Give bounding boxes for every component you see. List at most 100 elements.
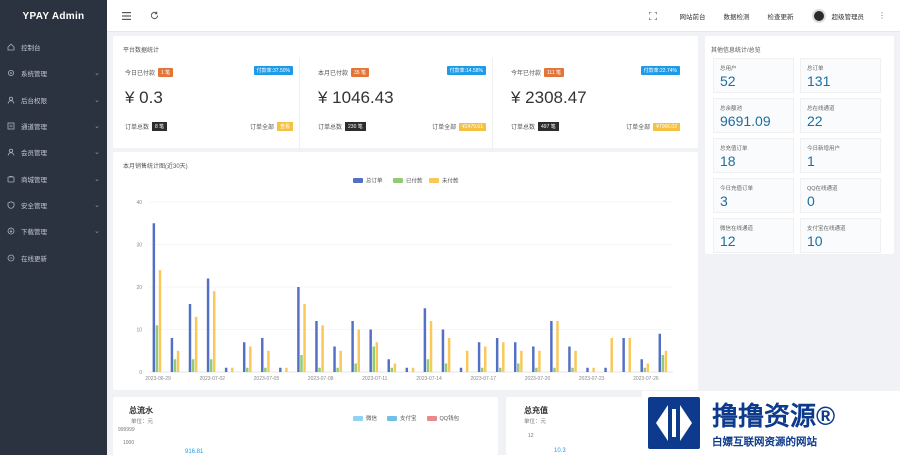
bar-2-3 xyxy=(212,291,216,372)
bar-0-14 xyxy=(405,367,409,372)
y-tick-label: 40 xyxy=(136,200,142,206)
x-tick-label: 2023-07-05 xyxy=(254,376,280,382)
info-label: 支付宝在线通道 xyxy=(807,226,846,232)
bar-0-17 xyxy=(459,367,463,372)
legend-alipay[interactable]: 支付宝 xyxy=(387,414,417,422)
sidebar-item-label: 安全管理 xyxy=(21,202,47,210)
sales-chart: 0 10 20 30 40 2023-06-29 2023-07-02 2023-07-05 2… xyxy=(136,177,673,382)
bar-0-10 xyxy=(333,346,336,372)
x-tick-label: 2023-07-23 xyxy=(579,376,605,382)
bar-2-10 xyxy=(339,350,342,372)
x-tick-label: 2023-06-29 xyxy=(145,376,171,382)
bar-0-21 xyxy=(532,346,535,372)
sidebar-item-label: 后台权限 xyxy=(21,97,47,105)
stat-count-badge: 111 笔 xyxy=(544,68,565,77)
legend-wechat[interactable]: 微信 xyxy=(353,414,377,422)
bar-1-11 xyxy=(354,363,357,372)
bar-0-16 xyxy=(441,329,445,372)
stat-all[interactable]: 订单全部 ¥2479.61 xyxy=(432,122,486,131)
bar-2-6 xyxy=(267,350,270,372)
sidebar-item-0[interactable]: 控制台 xyxy=(0,34,107,60)
bar-0-3 xyxy=(206,278,210,372)
flow-title: 总流水 xyxy=(129,406,153,415)
brand-logo[interactable]: YPAY Admin xyxy=(0,0,107,34)
x-tick-label: 2023-07-20 xyxy=(525,376,551,382)
sidebar-menu: 控制台 系统管理 ⌄ 后台权限 ⌄ 通道管理 ⌄ 会员管理 ⌄ 商城管理 ⌄ 安全管理 ⌄ 下载管理 ⌄ 在线… xyxy=(0,34,107,271)
info-tile-5: 今日新增用户 1 xyxy=(800,138,881,173)
flow-data-label: 916.81 xyxy=(185,449,204,455)
bar-2-13 xyxy=(393,363,397,372)
header-link-check[interactable]: 数据检测 xyxy=(724,11,750,21)
sidebar-item-4[interactable]: 会员管理 ⌄ xyxy=(0,139,107,165)
info-tile-9: 支付宝在线通道 10 xyxy=(800,218,881,253)
stat-all-badge: ¥7066.02 xyxy=(653,122,680,131)
bar-1-21 xyxy=(535,367,538,372)
bar-0-0 xyxy=(152,223,156,372)
header-link-site[interactable]: 网站前台 xyxy=(680,11,706,21)
menu-toggle-icon[interactable] xyxy=(117,7,135,25)
stat-all[interactable]: 订单全部 查看 xyxy=(250,122,293,131)
x-tick-label: 2023-07-26 xyxy=(633,376,659,382)
avatar[interactable] xyxy=(811,8,826,23)
refresh-icon[interactable] xyxy=(145,7,163,25)
more-icon[interactable]: ⋮ xyxy=(878,11,886,20)
sidebar-item-label: 在线更新 xyxy=(21,255,47,263)
bar-1-19 xyxy=(498,367,502,372)
stat-rate-badge: 付款率:22.74% xyxy=(640,66,680,75)
sidebar-item-5[interactable]: 商城管理 ⌄ xyxy=(0,165,107,191)
list-icon xyxy=(7,122,15,130)
x-tick-label: 2023-07-08 xyxy=(308,376,334,382)
info-label: 微信在线通道 xyxy=(720,226,754,232)
bar-2-26 xyxy=(628,338,632,372)
top-header: 网站前台 数据检测 检查更新 超级管理员 ⋮ xyxy=(107,0,900,32)
flow-ytick: 1000 xyxy=(123,440,135,446)
bar-0-19 xyxy=(495,338,499,372)
recharge-data-label: 10.3 xyxy=(554,448,566,454)
flow-ytick-top: 999999 xyxy=(118,427,135,433)
bar-1-15 xyxy=(426,359,430,372)
stat-count-badge: 1 笔 xyxy=(158,68,174,77)
cart-icon xyxy=(7,175,15,183)
other-info-title: 其他信息统计/总览 xyxy=(711,48,761,54)
bar-1-16 xyxy=(444,363,448,372)
bar-2-5 xyxy=(249,346,252,372)
sidebar-item-7[interactable]: 下载管理 ⌄ xyxy=(0,218,107,244)
sidebar-item-3[interactable]: 通道管理 ⌄ xyxy=(0,113,107,139)
bar-2-0 xyxy=(158,270,162,372)
chevron-down-icon: ⌄ xyxy=(94,149,100,157)
user-icon xyxy=(7,96,15,104)
info-value: 18 xyxy=(720,153,736,169)
sidebar-item-8[interactable]: 在线更新 xyxy=(0,244,107,270)
bar-1-27 xyxy=(643,367,647,372)
sidebar-item-6[interactable]: 安全管理 ⌄ xyxy=(0,192,107,218)
sidebar-item-1[interactable]: 系统管理 ⌄ xyxy=(0,60,107,86)
download-icon xyxy=(7,227,15,235)
user-name[interactable]: 超级管理员 xyxy=(832,11,865,21)
x-tick-label: 2023-07-17 xyxy=(470,376,496,382)
shield-icon xyxy=(7,201,15,209)
bar-2-9 xyxy=(321,325,324,372)
bar-1-6 xyxy=(264,367,267,372)
stat-all[interactable]: 订单全部 ¥7066.02 xyxy=(626,122,680,131)
bar-2-21 xyxy=(538,350,541,372)
header-link-update[interactable]: 检查更新 xyxy=(768,11,794,21)
sidebar-item-2[interactable]: 后台权限 ⌄ xyxy=(0,87,107,113)
flow-unit: 单位：元 xyxy=(131,419,154,425)
bar-2-15 xyxy=(429,321,433,372)
fullscreen-icon[interactable] xyxy=(644,7,662,25)
y-tick-label: 30 xyxy=(136,243,142,249)
sidebar: YPAY Admin 控制台 系统管理 ⌄ 后台权限 ⌄ 通道管理 ⌄ 会员管理 ⌄ 商城管理 ⌄ 安… xyxy=(0,0,107,455)
info-tile-3: 总在线通道 22 xyxy=(800,98,881,133)
info-label: 总余额池 xyxy=(720,106,743,112)
refresh-icon xyxy=(7,254,15,262)
sidebar-item-label: 商城管理 xyxy=(21,176,47,184)
bar-2-20 xyxy=(520,350,523,372)
bar-1-5 xyxy=(246,367,249,372)
info-tile-2: 总余额池 9691.09 xyxy=(713,98,794,133)
bar-2-19 xyxy=(502,342,505,372)
info-label: 总订单 xyxy=(807,66,824,72)
chevron-down-icon: ⌄ xyxy=(94,123,100,131)
bar-2-18 xyxy=(483,346,487,372)
legend-qqwallet[interactable]: QQ钱包 xyxy=(426,414,459,422)
bar-0-12 xyxy=(369,329,372,372)
